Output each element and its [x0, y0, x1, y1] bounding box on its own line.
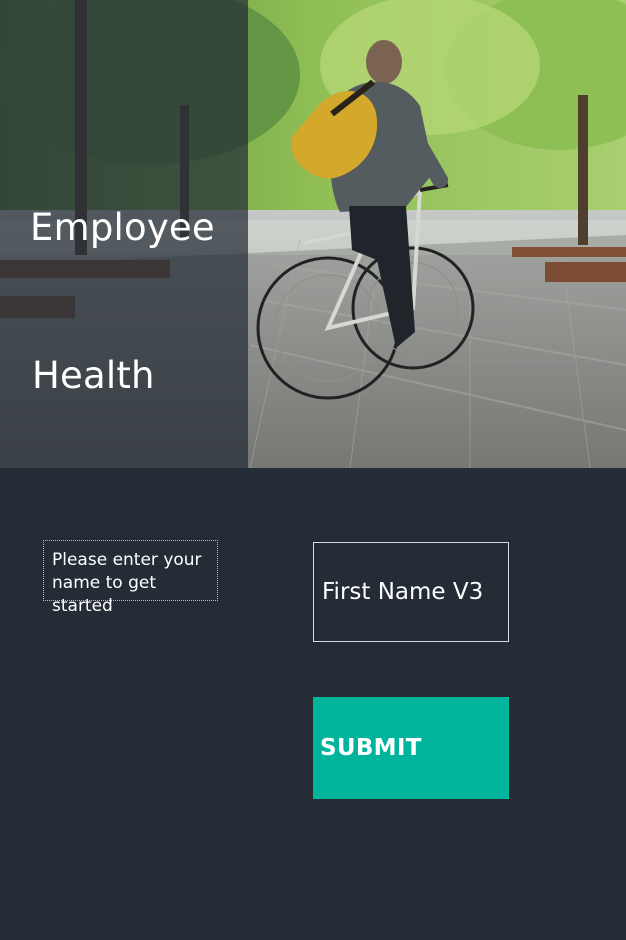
first-name-input[interactable]	[313, 542, 509, 642]
page-title: Employee Health	[30, 117, 215, 468]
employee-health-screen: Employee Health Please enter your name t…	[0, 0, 626, 940]
hero-image: Employee Health	[0, 0, 626, 468]
instruction-label: Please enter your name to get started	[43, 540, 218, 616]
title-line-health: Health	[32, 353, 155, 397]
title-line-employee: Employee	[30, 205, 215, 249]
submit-button[interactable]: SUBMIT	[313, 697, 509, 799]
